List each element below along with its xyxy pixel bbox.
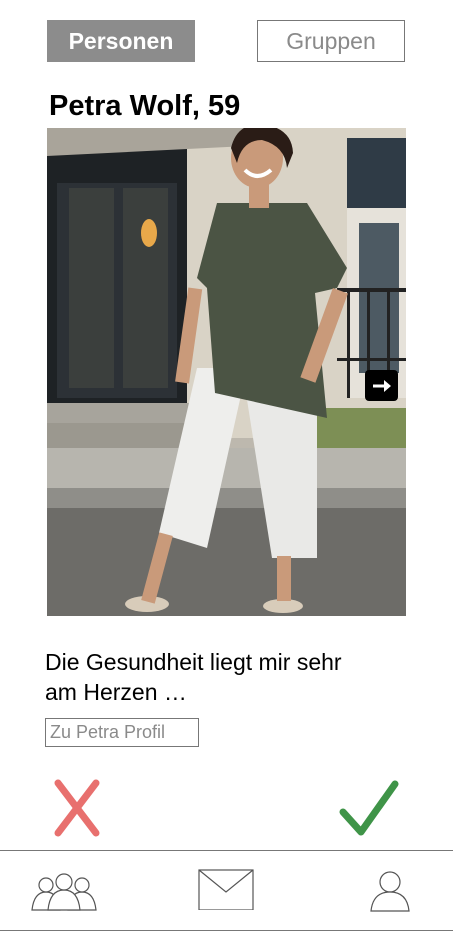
like-button[interactable] <box>337 778 401 840</box>
checkmark-icon <box>339 780 399 836</box>
tab-people-label: Personen <box>68 27 174 54</box>
tab-groups-label: Gruppen <box>286 27 376 54</box>
profile-bio: Die Gesundheit liegt mir sehr am Herzen … <box>45 649 342 705</box>
profile-photo-illustration <box>47 128 406 616</box>
arrow-right-icon <box>372 379 391 392</box>
people-group-icon <box>31 873 97 911</box>
tab-groups[interactable]: Gruppen <box>257 20 405 62</box>
nav-groups[interactable] <box>30 866 98 914</box>
profile-photo[interactable] <box>47 128 406 616</box>
next-photo-button[interactable] <box>365 370 398 401</box>
bottom-nav-divider <box>0 850 453 851</box>
nav-profile[interactable] <box>368 866 412 912</box>
bottom-edge-divider <box>0 930 453 931</box>
envelope-icon <box>198 869 254 910</box>
dislike-button[interactable] <box>52 778 102 838</box>
tab-people[interactable]: Personen <box>47 20 195 62</box>
x-mark-icon <box>54 779 100 837</box>
nav-messages[interactable] <box>197 866 255 910</box>
profile-name: Petra Wolf, 59 <box>49 90 241 122</box>
user-icon <box>370 871 410 912</box>
view-profile-button[interactable]: Zu Petra Profil <box>45 718 199 747</box>
